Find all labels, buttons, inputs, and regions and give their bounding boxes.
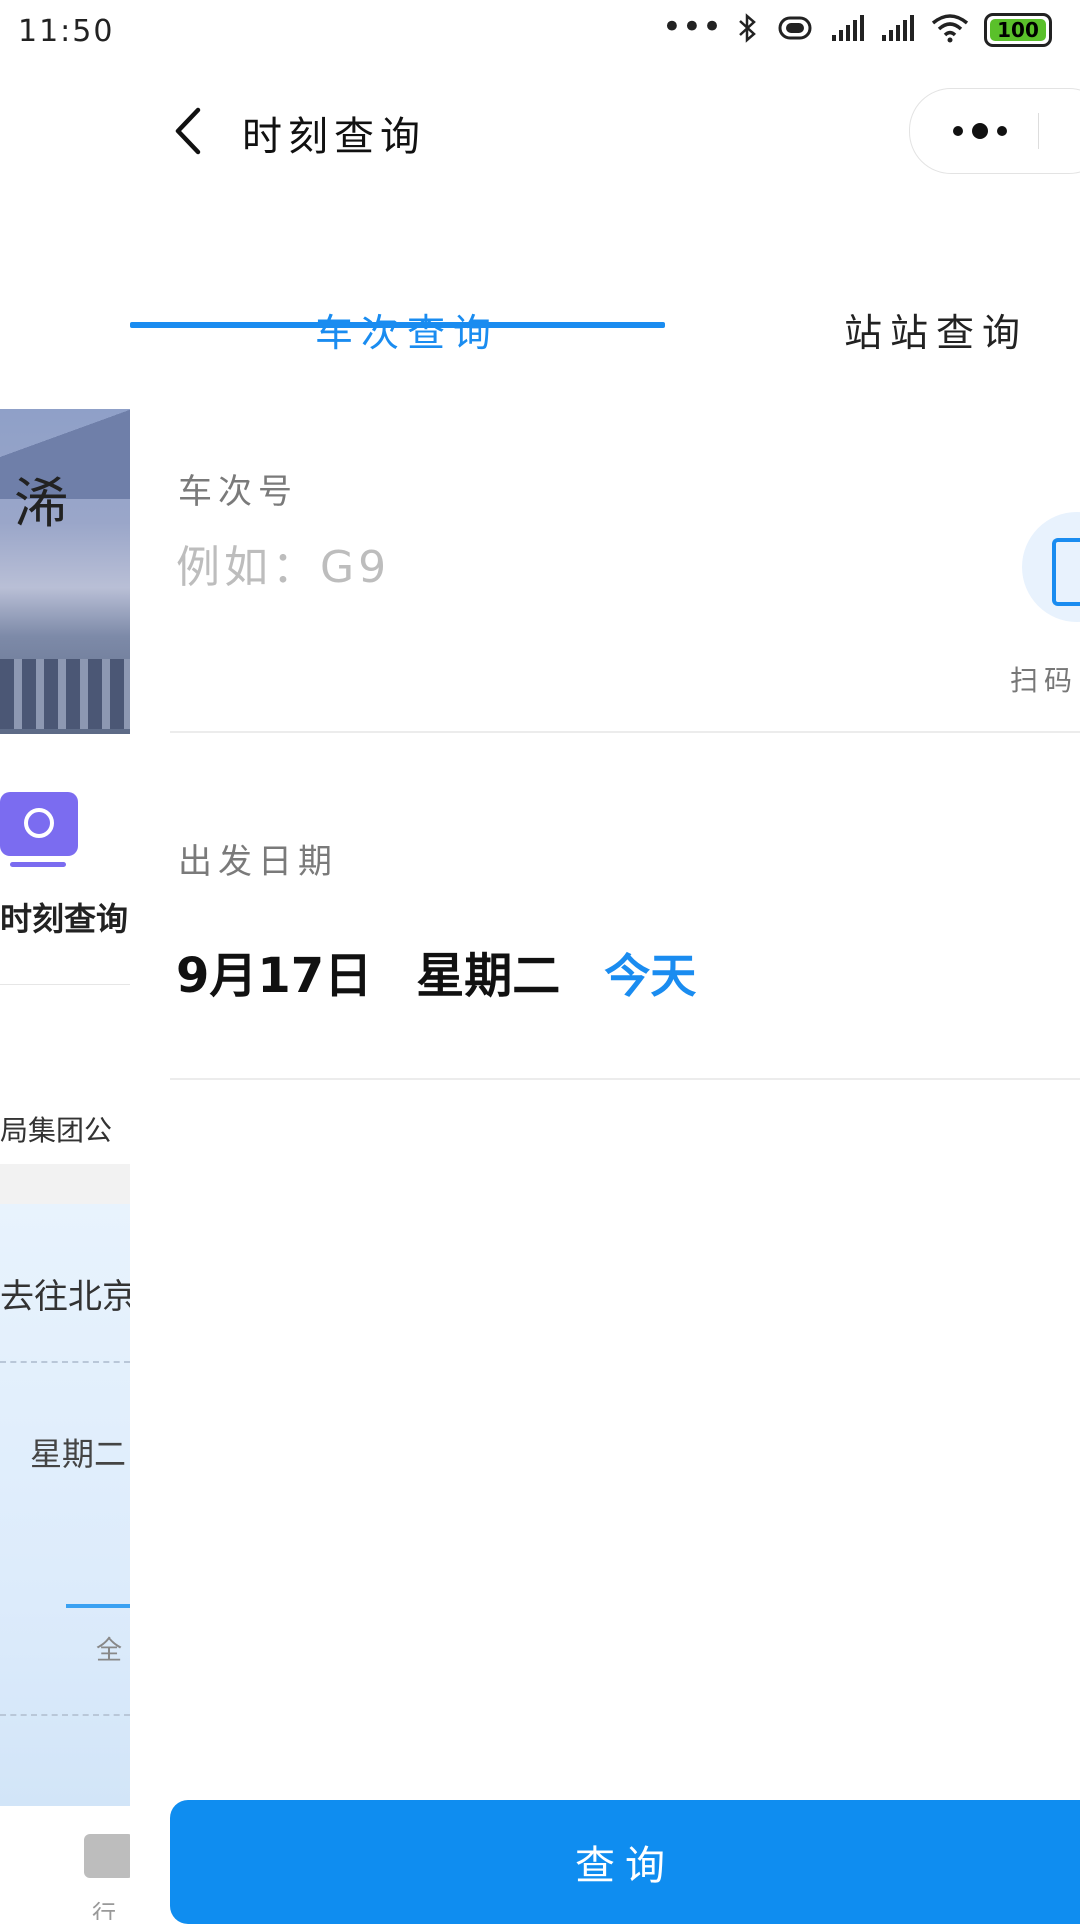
scan-icon[interactable] — [1022, 512, 1080, 622]
signal-icon — [830, 13, 866, 47]
wifi-icon — [930, 13, 970, 47]
bureau-text: 局集团公 — [0, 1114, 113, 1147]
departure-date-value: 9月17日 — [176, 948, 373, 1004]
background-page: 浠 时刻查询 局集团公 去往北京 星期二 全 行 — [0, 64, 130, 1920]
today-tag: 今天 — [604, 949, 697, 1003]
nav-bar: 时刻查询 — [130, 64, 1080, 194]
status-bar: 11:50 ••• 100 — [0, 0, 1080, 64]
departure-weekday: 星期二 — [416, 948, 561, 1004]
station-photo-text: 浠 — [14, 472, 68, 535]
tab-indicator — [66, 1604, 130, 1608]
dashed-divider — [0, 1714, 130, 1716]
capsule-divider — [1038, 113, 1039, 149]
query-tabs: 车次查询 站站查询 — [130, 244, 1080, 394]
bottom-nav-label[interactable]: 行 — [92, 1894, 116, 1920]
battery-icon: 100 — [984, 13, 1052, 47]
query-button[interactable]: 查询 — [170, 1800, 1080, 1924]
status-icons: ••• 100 — [661, 7, 1052, 48]
bluetooth-icon — [736, 12, 760, 48]
query-button-label: 查询 — [575, 1843, 675, 1889]
divider — [170, 731, 1080, 733]
timetable-entry-label[interactable]: 时刻查询 — [0, 894, 128, 940]
tab-station-to-station[interactable]: 站站查询 — [844, 302, 1028, 357]
signal-icon — [880, 13, 916, 47]
train-number-input[interactable] — [174, 526, 818, 608]
battery-level: 100 — [997, 18, 1039, 42]
active-tab-indicator — [130, 322, 665, 328]
divider — [0, 984, 130, 985]
section-gap — [0, 1164, 130, 1204]
departure-date-label: 出发日期 — [178, 842, 338, 882]
chevron-left-icon[interactable] — [168, 104, 208, 158]
scan-label[interactable]: 扫码 — [1010, 659, 1078, 699]
divider — [170, 1078, 1080, 1080]
train-number-label: 车次号 — [178, 472, 298, 512]
vibrate-icon — [774, 13, 816, 47]
timetable-query-sheet: 时刻查询 车次查询 站站查询 车次号 扫码 出发日期 9月17日星期二今天 查询 — [130, 64, 1080, 1924]
weekday-text: 星期二 — [30, 1435, 127, 1473]
dashed-divider — [0, 1361, 130, 1363]
station-photo-windows — [0, 659, 130, 729]
more-dots-icon[interactable] — [950, 113, 1010, 149]
luggage-icon[interactable] — [84, 1834, 130, 1878]
all-text: 全 — [96, 1636, 123, 1666]
page-title: 时刻查询 — [242, 114, 426, 160]
departure-date-picker[interactable]: 9月17日 星期二 今天 — [176, 936, 696, 1006]
status-time: 11:50 — [18, 14, 115, 49]
direction-text: 去往北京 — [0, 1277, 130, 1317]
mini-program-capsule — [909, 88, 1080, 174]
timetable-search-icon[interactable] — [0, 792, 78, 867]
notification-dots-icon: ••• — [661, 7, 722, 47]
tab-train-number[interactable]: 车次查询 — [315, 302, 499, 357]
